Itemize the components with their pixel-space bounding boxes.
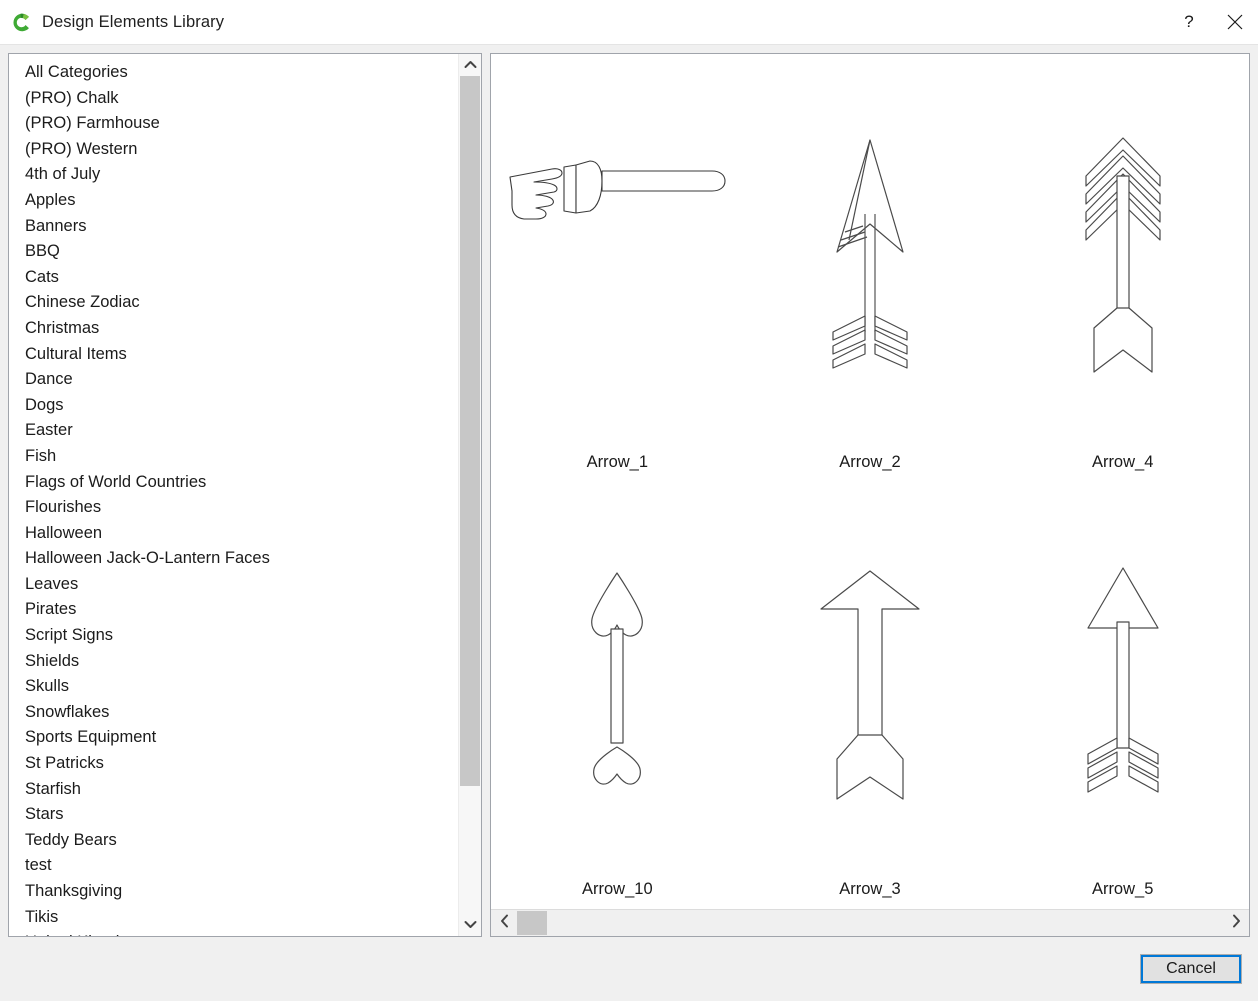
scroll-left-button[interactable] [491, 910, 517, 936]
category-list-item[interactable]: Starfish [9, 777, 458, 803]
vertical-scroll-track[interactable] [459, 76, 481, 914]
cancel-button[interactable]: Cancel [1140, 954, 1242, 984]
category-list-item[interactable]: Banners [9, 214, 458, 240]
window-title: Design Elements Library [42, 12, 225, 31]
category-list-item[interactable]: Pirates [9, 597, 458, 623]
category-list-item[interactable]: Sports Equipment [9, 725, 458, 751]
chevron-left-icon [500, 914, 509, 933]
hand-pointer-arrow-icon [491, 60, 744, 453]
dialog-footer: Cancel [0, 937, 1258, 1001]
category-list-item[interactable]: All Categories [9, 60, 458, 86]
category-list-item[interactable]: Halloween Jack-O-Lantern Faces [9, 546, 458, 572]
design-thumbnail-label: Arrow_10 [582, 880, 653, 898]
category-list-item[interactable]: Teddy Bears [9, 828, 458, 854]
close-x-icon [1226, 13, 1244, 31]
design-thumbnail-label: Arrow_3 [839, 880, 901, 898]
chevron-down-icon [464, 916, 477, 934]
cricut-c-logo-icon [11, 12, 32, 33]
design-thumbnail-grid: Arrow_1 Arrow_2 Arrow_4 Arrow_10 Arrow_3… [491, 54, 1249, 909]
design-thumbnail-label: Arrow_5 [1091, 880, 1154, 898]
chevron-right-icon [1232, 914, 1241, 933]
category-list-item[interactable]: BBQ [9, 239, 458, 265]
thin-triangle-feather-arrow-icon [996, 488, 1249, 881]
design-thumbnail-label: Arrow_2 [839, 452, 901, 471]
category-list-item[interactable]: Fish [9, 444, 458, 470]
category-list-item[interactable]: Shields [9, 649, 458, 675]
category-list-item[interactable]: 4th of July [9, 162, 458, 188]
preview-horizontal-scrollbar[interactable] [491, 909, 1249, 936]
close-button[interactable] [1212, 0, 1258, 44]
category-list-item[interactable]: Leaves [9, 572, 458, 598]
category-list-panel: All Categories (PRO) Chalk (PRO) Farmhouse… [8, 53, 482, 937]
category-list-item[interactable]: Cats [9, 265, 458, 291]
horizontal-scroll-thumb[interactable] [517, 911, 547, 935]
category-list-item[interactable]: Halloween [9, 521, 458, 547]
category-list-item[interactable]: Snowflakes [9, 700, 458, 726]
wide-triangle-arrow-icon [744, 488, 997, 881]
design-thumbnail-arrow-1[interactable]: Arrow_1 [491, 54, 744, 482]
category-list-item[interactable]: Dance [9, 367, 458, 393]
category-list-item[interactable]: test [9, 853, 458, 879]
category-list-item[interactable]: Flourishes [9, 495, 458, 521]
design-thumbnail-label: Arrow_1 [586, 452, 649, 471]
svg-text:?: ? [1184, 13, 1193, 31]
window-controls: ? [1166, 0, 1258, 44]
category-list-item[interactable]: Chinese Zodiac [9, 290, 458, 316]
help-button[interactable]: ? [1166, 0, 1212, 44]
category-list-item[interactable]: United Kingdom [9, 930, 458, 936]
horizontal-scroll-track[interactable] [517, 910, 1223, 936]
design-thumbnail-arrow-2[interactable]: Arrow_2 [744, 54, 997, 482]
category-list[interactable]: All Categories (PRO) Chalk (PRO) Farmhouse… [9, 54, 458, 936]
design-elements-library-window: Design Elements Library ? All Categories… [0, 0, 1258, 1001]
category-list-item[interactable]: Dogs [9, 393, 458, 419]
category-list-item[interactable]: Apples [9, 188, 458, 214]
category-list-item[interactable]: St Patricks [9, 751, 458, 777]
design-thumbnail-label: Arrow_4 [1091, 452, 1154, 471]
heart-tip-arrow-icon [491, 488, 744, 881]
design-thumbnail-arrow-4[interactable]: Arrow_4 [996, 54, 1249, 482]
design-thumbnail-arrow-10[interactable]: Arrow_10 [491, 482, 744, 910]
main-content: All Categories (PRO) Chalk (PRO) Farmhouse… [0, 45, 1258, 937]
category-list-item[interactable]: Tikis [9, 905, 458, 931]
help-question-icon: ? [1181, 13, 1197, 31]
design-preview-panel: Arrow_1 Arrow_2 Arrow_4 Arrow_10 Arrow_3… [490, 53, 1250, 937]
chevron-fletch-arrow-icon [996, 60, 1249, 453]
category-list-item[interactable]: Script Signs [9, 623, 458, 649]
category-list-item[interactable]: Stars [9, 802, 458, 828]
scroll-up-button[interactable] [459, 54, 481, 76]
category-list-item[interactable]: Cultural Items [9, 342, 458, 368]
chevron-up-icon [464, 56, 477, 74]
title-bar: Design Elements Library ? [0, 0, 1258, 45]
design-thumbnail-arrow-3[interactable]: Arrow_3 [744, 482, 997, 910]
category-list-item[interactable]: Thanksgiving [9, 879, 458, 905]
category-list-item[interactable]: Flags of World Countries [9, 470, 458, 496]
category-list-item[interactable]: Easter [9, 418, 458, 444]
category-list-item[interactable]: (PRO) Western [9, 137, 458, 163]
feathered-split-arrow-icon [744, 60, 997, 453]
category-list-item[interactable]: (PRO) Chalk [9, 86, 458, 112]
category-list-item[interactable]: Christmas [9, 316, 458, 342]
scroll-right-button[interactable] [1223, 910, 1249, 936]
category-list-item[interactable]: (PRO) Farmhouse [9, 111, 458, 137]
category-list-item[interactable]: Skulls [9, 674, 458, 700]
vertical-scroll-thumb[interactable] [460, 76, 480, 786]
scroll-down-button[interactable] [459, 914, 481, 936]
category-list-vertical-scrollbar[interactable] [458, 54, 481, 936]
design-thumbnail-arrow-5[interactable]: Arrow_5 [996, 482, 1249, 910]
